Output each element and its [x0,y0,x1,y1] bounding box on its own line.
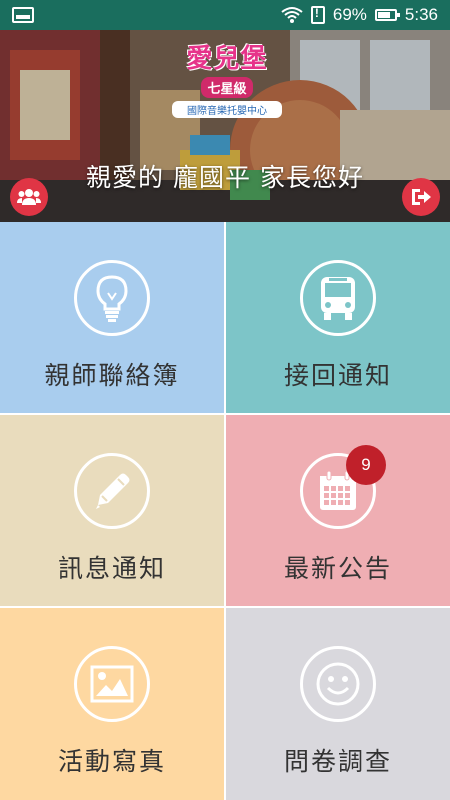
sim-alert-icon [310,6,325,24]
logout-button[interactable] [402,178,440,216]
nursery-logo: 愛兒堡 七星級 國際音樂托嬰中心 [172,38,282,128]
tile-label: 問卷調查 [283,747,392,776]
greeting-text: 親愛的 龐國平 家長您好 [86,163,364,192]
header-banner: 愛兒堡 七星級 國際音樂托嬰中心 親愛的 龐國平 家長您好 [0,30,450,222]
announcement-tile[interactable]: 9 最新公告 [226,415,450,606]
pickup-notice-tile[interactable]: 接回通知 [226,222,450,413]
tile-icon-circle [300,646,376,722]
tile-icon-circle [74,453,150,529]
tile-icon-circle [300,260,376,336]
wifi-icon [281,7,303,23]
contact-book-tile[interactable]: 親師聯絡簿 [0,222,224,413]
status-bar-right: 69% 5:36 [281,4,438,26]
switch-child-button[interactable] [10,178,48,216]
bus-icon [321,277,355,320]
tile-label: 親師聯絡簿 [44,361,180,390]
tile-icon-circle [74,260,150,336]
status-bar: 69% 5:36 [0,0,450,30]
tile-label: 最新公告 [283,554,392,583]
picture-icon [90,665,134,703]
tile-label: 訊息通知 [57,554,166,583]
pencil-icon [96,473,130,509]
menu-grid: 親師聯絡簿 接回通知 訊息通知 9 最新公告 活動寫真 問卷調查 [0,222,450,800]
unread-count-badge: 9 [346,445,386,485]
clock: 5:36 [404,5,438,24]
battery-icon [374,9,400,21]
sign-out-icon [412,189,431,205]
tile-label: 接回通知 [283,361,392,390]
activity-photos-tile[interactable]: 活動寫真 [0,608,224,800]
tile-icon-circle [74,646,150,722]
battery-percent: 69% [332,5,367,24]
lightbulb-icon [96,275,128,322]
logo-subtitle: 七星級 [201,77,253,98]
smiley-icon [316,662,360,706]
survey-tile[interactable]: 問卷調查 [226,608,450,800]
gallery-notification-icon [12,7,34,23]
logo-tagline: 國際音樂托嬰中心 [172,101,282,118]
tile-label: 活動寫真 [57,747,166,776]
logo-title: 愛兒堡 [186,44,268,74]
message-notice-tile[interactable]: 訊息通知 [0,415,224,606]
group-icon [17,189,41,205]
